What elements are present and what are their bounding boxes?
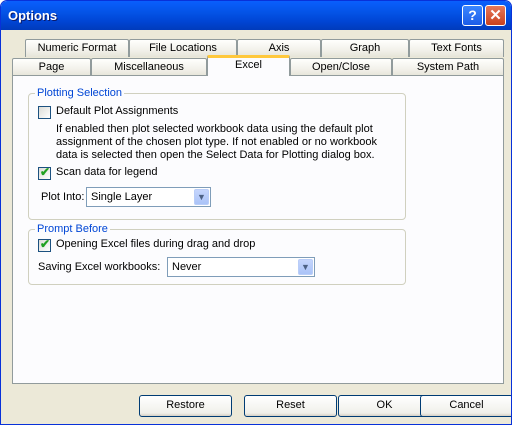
tab-numeric-format[interactable]: Numeric Format bbox=[25, 39, 129, 57]
help-button[interactable]: ? bbox=[462, 5, 483, 26]
chevron-down-icon[interactable]: ▼ bbox=[298, 259, 313, 275]
scan-data-legend-label[interactable]: Scan data for legend bbox=[56, 166, 158, 178]
chevron-down-icon[interactable]: ▼ bbox=[194, 189, 209, 205]
options-dialog: Options ? ✕ Numeric Format File Location… bbox=[0, 0, 512, 425]
tab-miscellaneous[interactable]: Miscellaneous bbox=[91, 58, 207, 76]
plotting-selection-legend: Plotting Selection bbox=[35, 87, 124, 99]
tab-text-fonts[interactable]: Text Fonts bbox=[409, 39, 504, 57]
description-line-1: If enabled then plot selected workbook d… bbox=[56, 123, 373, 135]
close-button[interactable]: ✕ bbox=[485, 5, 506, 26]
description-line-2: assignment of the chosen plot type. If n… bbox=[56, 136, 378, 148]
help-icon: ? bbox=[468, 7, 477, 23]
check-mark-icon: ✔ bbox=[40, 165, 51, 179]
saving-excel-workbooks-select[interactable]: Never ▼ bbox=[167, 257, 315, 277]
scan-data-legend-checkbox[interactable]: ✔ bbox=[38, 165, 51, 180]
close-icon: ✕ bbox=[489, 7, 502, 24]
tab-panel-excel: Plotting Selection Default Plot Assignme… bbox=[12, 75, 504, 384]
opening-excel-files-label[interactable]: Opening Excel files during drag and drop bbox=[56, 238, 255, 250]
window-title: Options bbox=[8, 8, 58, 23]
prompt-before-legend: Prompt Before bbox=[35, 223, 110, 235]
restore-button[interactable]: Restore bbox=[139, 395, 232, 417]
plotting-selection-group: Plotting Selection Default Plot Assignme… bbox=[28, 87, 406, 220]
plot-into-value: Single Layer bbox=[91, 191, 153, 203]
title-bar[interactable]: Options ? ✕ bbox=[1, 1, 511, 30]
tab-page[interactable]: Page bbox=[12, 58, 91, 76]
ok-button[interactable]: OK bbox=[338, 395, 431, 417]
opening-excel-files-checkbox[interactable]: ✔ bbox=[38, 237, 51, 252]
dialog-client: Numeric Format File Locations Axis Graph… bbox=[4, 30, 511, 422]
saving-excel-workbooks-value: Never bbox=[172, 261, 202, 273]
description-line-3: data is selected then open the Select Da… bbox=[56, 149, 375, 161]
default-plot-description: If enabled then plot selected workbook d… bbox=[56, 123, 377, 162]
tab-open-close[interactable]: Open/Close bbox=[290, 58, 392, 76]
reset-button[interactable]: Reset bbox=[244, 395, 337, 417]
saving-excel-workbooks-label: Saving Excel workbooks: bbox=[38, 261, 161, 273]
plot-into-select[interactable]: Single Layer ▼ bbox=[86, 187, 211, 207]
cancel-button[interactable]: Cancel bbox=[420, 395, 511, 417]
check-mark-icon: ✔ bbox=[40, 237, 51, 251]
default-plot-assignments-checkbox[interactable] bbox=[38, 106, 51, 119]
plot-into-label: Plot Into: bbox=[41, 191, 85, 203]
default-plot-assignments-label[interactable]: Default Plot Assignments bbox=[56, 105, 178, 117]
prompt-before-group: Prompt Before ✔ Opening Excel files duri… bbox=[28, 223, 406, 285]
tab-system-path[interactable]: System Path bbox=[392, 58, 504, 76]
tab-graph[interactable]: Graph bbox=[321, 39, 409, 57]
tab-excel[interactable]: Excel bbox=[207, 55, 290, 76]
